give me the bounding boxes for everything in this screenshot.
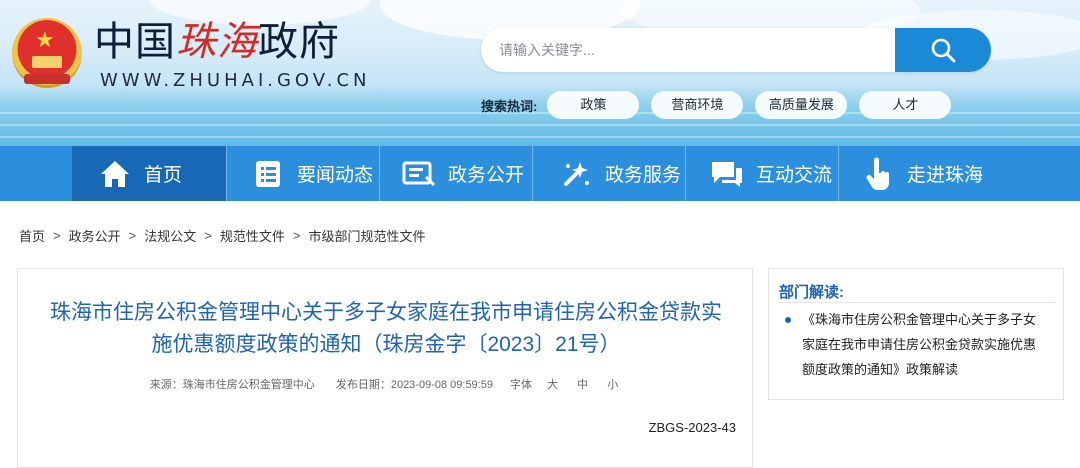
document-icon xyxy=(402,157,436,191)
source-label: 来源：珠海市住房公积金管理中心 xyxy=(149,379,315,391)
nav-item-home[interactable]: 首页 xyxy=(72,146,226,201)
breadcrumb-link[interactable]: 市级部门规范性文件 xyxy=(308,226,425,245)
logo-text-china: 中国 xyxy=(94,19,176,65)
logo-text-zhuhai: 珠海 xyxy=(176,19,258,65)
breadcrumb: 首页 > 政务公开 > 法规公文 > 规范性文件 > 市级部门规范性文件 xyxy=(19,226,425,244)
breadcrumb-separator: > xyxy=(53,227,61,243)
national-emblem-logo: ★ xyxy=(12,18,82,88)
news-list-icon xyxy=(251,157,285,191)
panel-title: 部门解读: xyxy=(779,284,844,301)
nav-item-news[interactable]: 要闻动态 xyxy=(227,146,379,201)
divider xyxy=(779,302,1055,303)
search-box xyxy=(481,28,991,72)
hot-search-label: 搜索热词: xyxy=(481,98,538,114)
breadcrumb-link[interactable]: 规范性文件 xyxy=(220,226,285,245)
hot-term-tag[interactable]: 政策 xyxy=(547,91,640,119)
article-panel: 珠海市住房公积金管理中心关于多子女家庭在我市申请住房公积金贷款实 施优惠额度政策… xyxy=(17,268,753,468)
hot-search-terms: 搜索热词: 政策 营商环境 高质量发展 人才 xyxy=(481,91,963,119)
font-size-medium-button[interactable]: 中 xyxy=(577,379,588,391)
service-icon xyxy=(559,157,593,191)
document-number: ZBGS-2023-43 xyxy=(648,420,736,435)
nav-item-label: 互动交流 xyxy=(756,165,833,186)
hot-term-tag[interactable]: 高质量发展 xyxy=(755,91,848,119)
nav-item-label: 走进珠海 xyxy=(907,165,984,186)
nav-item-label: 首页 xyxy=(144,165,183,186)
header-banner: ★ 中国珠海政府 WWW.ZHUHAI.GOV.CN 搜索热词: 政策 营商环境… xyxy=(0,0,1080,146)
search-button[interactable] xyxy=(895,28,991,72)
nav-item-gov-services[interactable]: 政务服务 xyxy=(533,146,685,201)
article-title: 珠海市住房公积金管理中心关于多子女家庭在我市申请住房公积金贷款实 施优惠额度政策… xyxy=(30,297,742,361)
font-size-large-button[interactable]: 大 xyxy=(547,379,558,391)
font-size-label: 字体 xyxy=(510,379,533,391)
publish-date: 发布日期：2023-09-08 09:59:59 xyxy=(335,379,493,391)
font-size-small-button[interactable]: 小 xyxy=(607,379,618,391)
breadcrumb-separator: > xyxy=(292,227,301,243)
breadcrumb-link[interactable]: 法规公文 xyxy=(144,226,196,245)
breadcrumb-separator: > xyxy=(204,227,212,243)
article-meta: 来源：珠海市住房公积金管理中心 发布日期：2023-09-08 09:59:59… xyxy=(18,376,754,392)
hot-term-tag[interactable]: 营商环境 xyxy=(651,91,744,119)
breadcrumb-link[interactable]: 首页 xyxy=(19,226,45,245)
bullet-icon xyxy=(785,317,791,323)
article-title-line: 施优惠额度政策的通知（珠房金字〔2023〕21号） xyxy=(151,333,621,356)
nav-item-gov-affairs[interactable]: 政务公开 xyxy=(380,146,532,201)
main-navigation: 首页 要闻动态 政务公开 政务服务 互动交流 走进珠海 xyxy=(0,146,1080,201)
search-input[interactable] xyxy=(499,28,889,72)
chat-icon xyxy=(710,157,744,191)
nav-item-label: 政务公开 xyxy=(448,165,525,186)
interpretation-link[interactable]: 《珠海市住房公积金管理中心关于多子女家庭在我市申请住房公积金贷款实施优惠额度政策… xyxy=(802,307,1046,382)
article-title-line: 珠海市住房公积金管理中心关于多子女家庭在我市申请住房公积金贷款实 xyxy=(50,301,722,324)
logo-text-government: 政府 xyxy=(258,19,340,65)
breadcrumb-link[interactable]: 政务公开 xyxy=(69,226,121,245)
nav-item-interaction[interactable]: 互动交流 xyxy=(686,146,838,201)
site-logo-text[interactable]: 中国珠海政府 xyxy=(94,16,340,68)
site-url-text: WWW.ZHUHAI.GOV.CN xyxy=(100,70,371,91)
home-icon xyxy=(98,157,132,191)
search-icon xyxy=(931,38,956,63)
nav-item-label: 政务服务 xyxy=(605,165,682,186)
nav-item-about-zhuhai[interactable]: 走进珠海 xyxy=(839,146,999,201)
nav-item-label: 要闻动态 xyxy=(297,165,374,186)
breadcrumb-separator: > xyxy=(128,227,137,243)
department-interpretation-panel: 部门解读: 《珠海市住房公积金管理中心关于多子女家庭在我市申请住房公积金贷款实施… xyxy=(768,268,1064,400)
hand-pointer-icon xyxy=(861,157,895,191)
hot-term-tag[interactable]: 人才 xyxy=(859,91,952,119)
